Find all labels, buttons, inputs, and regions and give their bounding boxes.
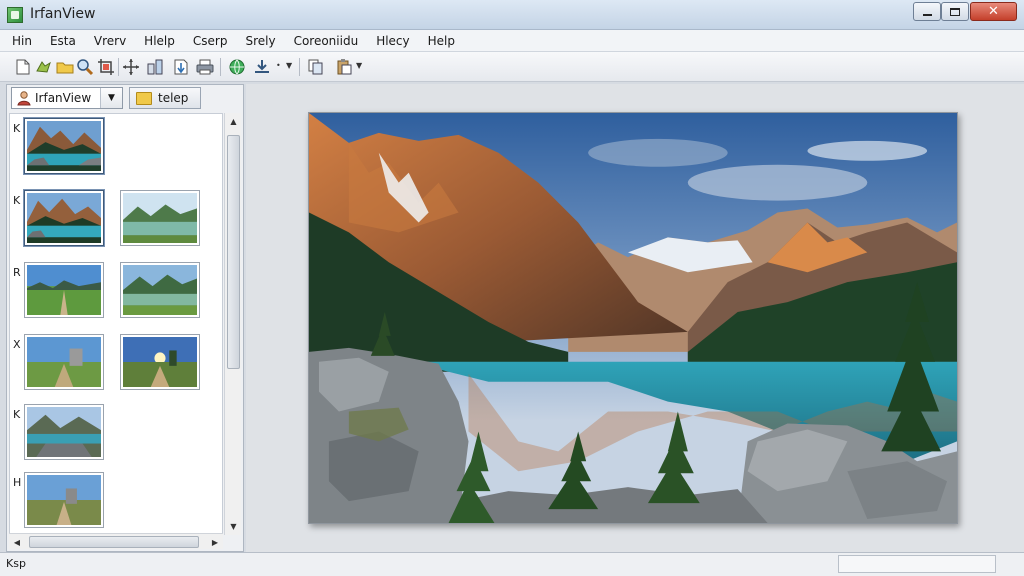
maximize-icon [950, 7, 960, 16]
tab-folder[interactable]: telep [129, 87, 201, 109]
menu-item[interactable]: Esta [48, 33, 78, 49]
tab-label: telep [158, 91, 189, 105]
row-label: X [13, 338, 21, 351]
print-icon[interactable] [196, 58, 214, 76]
row-label: K [13, 122, 21, 135]
chevron-down-icon[interactable]: ▼ [286, 61, 292, 70]
folder-icon[interactable] [56, 58, 74, 76]
thumbnail-list: K K R X K H [9, 113, 223, 535]
thumbnail-trail[interactable] [24, 334, 104, 390]
menu-item[interactable]: Help [426, 33, 457, 49]
horizontal-scrollbar[interactable]: ◀ ▶ [9, 533, 223, 549]
vertical-scrollbar[interactable]: ▲ ▼ [224, 113, 241, 535]
search-icon[interactable] [76, 58, 94, 76]
row-label: R [13, 266, 21, 279]
resize-icon[interactable] [146, 58, 164, 76]
menu-item[interactable]: Hin [10, 33, 34, 49]
copy-icon[interactable] [307, 58, 325, 76]
menu-bar: Hin Esta Vrerv Hlelp Cserp Srely Coreoni… [0, 30, 1024, 52]
row-label: K [13, 408, 21, 421]
save-icon[interactable] [172, 58, 190, 76]
scroll-right-icon[interactable]: ▶ [207, 534, 223, 550]
maximize-button[interactable] [941, 2, 969, 21]
status-text: Ksp [6, 557, 26, 570]
thumbnail-trail[interactable] [24, 262, 104, 318]
scroll-thumb[interactable] [29, 536, 199, 548]
thumbnail-lake[interactable] [24, 118, 104, 174]
toolbar: • ▼ ▼ [0, 52, 1024, 82]
combo-label: IrfanView [35, 91, 92, 105]
menu-item[interactable]: Cserp [191, 33, 230, 49]
row-label: K [13, 194, 21, 207]
menu-item[interactable]: Coreoniidu [292, 33, 361, 49]
download-icon[interactable] [253, 58, 271, 76]
toolbar-separator [299, 58, 300, 76]
thumbnail-panel: IrfanView ▼ telep K K R X K H ▲ ▼ ◀ ▶ [6, 84, 244, 552]
landscape-photo [309, 113, 957, 523]
status-bar: Ksp [0, 552, 1024, 576]
thumbnail-trail[interactable] [24, 472, 104, 528]
user-icon [16, 90, 32, 106]
irfanview-app-icon [7, 7, 23, 23]
menu-item[interactable]: Hlelp [142, 33, 177, 49]
menu-item[interactable]: Srely [243, 33, 277, 49]
scroll-left-icon[interactable]: ◀ [9, 534, 25, 550]
close-icon: ✕ [988, 4, 999, 19]
chevron-down-icon[interactable]: ▼ [356, 61, 362, 70]
main-image[interactable] [308, 112, 958, 524]
scroll-thumb[interactable] [227, 135, 240, 369]
new-file-icon[interactable] [14, 58, 32, 76]
folder-icon [136, 91, 152, 105]
toolbar-separator [220, 58, 221, 76]
status-cell [838, 555, 996, 573]
crop-icon[interactable] [97, 58, 115, 76]
paste-icon[interactable] [335, 58, 353, 76]
thumbnail-lake[interactable] [24, 404, 104, 460]
row-label: H [13, 476, 22, 489]
image-viewer [246, 84, 1024, 552]
thumbnail-sunset[interactable] [120, 334, 200, 390]
open-icon[interactable] [35, 58, 53, 76]
menu-item[interactable]: Hlecy [374, 33, 411, 49]
toolbar-separator [118, 58, 119, 76]
thumbnail-lake[interactable] [24, 190, 104, 246]
scroll-down-icon[interactable]: ▼ [225, 518, 242, 535]
chevron-down-icon[interactable]: • [276, 61, 281, 70]
minimize-button[interactable] [913, 2, 941, 21]
thumbnail-valley[interactable] [120, 262, 200, 318]
scroll-up-icon[interactable]: ▲ [225, 113, 242, 130]
chevron-down-icon[interactable]: ▼ [100, 88, 122, 108]
globe-icon[interactable] [228, 58, 246, 76]
thumbnail-valley[interactable] [120, 190, 200, 246]
title-bar: IrfanView ✕ [0, 0, 1024, 30]
move-icon[interactable] [122, 58, 140, 76]
folder-combo[interactable]: IrfanView ▼ [11, 87, 123, 109]
menu-item[interactable]: Vrerv [92, 33, 128, 49]
close-button[interactable]: ✕ [970, 2, 1017, 21]
minimize-icon [922, 13, 932, 16]
window-title: IrfanView [30, 6, 96, 22]
